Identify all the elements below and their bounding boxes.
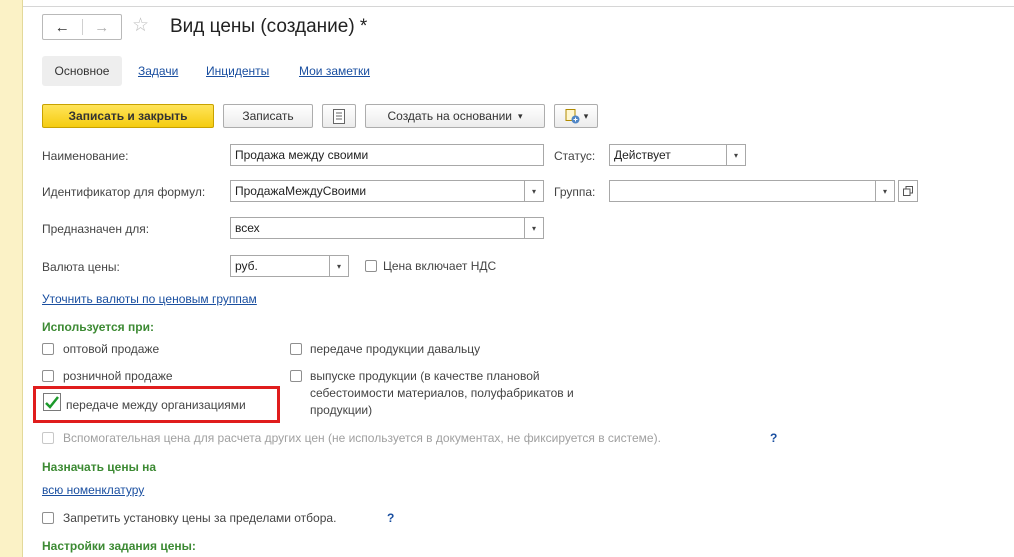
left-panel-strip: [0, 0, 23, 557]
printer-icon: [565, 108, 580, 123]
auxiliary-help-icon[interactable]: ?: [770, 431, 777, 445]
production-output-label-line1: выпуске продукции (в качестве плановой: [310, 369, 540, 383]
checkmark-icon: [45, 395, 59, 409]
inter-org-transfer-label: передаче между организациями: [66, 398, 246, 412]
chevron-down-icon: ▾: [517, 110, 523, 121]
currency-field[interactable]: руб.: [230, 255, 330, 277]
forbid-outside-filter-label: Запретить установку цены за пределами от…: [63, 511, 337, 525]
tolling-transfer-checkbox[interactable]: [290, 343, 302, 355]
vat-label: Цена включает НДС: [383, 259, 497, 273]
assign-prices-header: Назначать цены на: [42, 460, 157, 474]
forward-button[interactable]: →: [83, 15, 122, 39]
tolling-transfer-label: передаче продукции давальцу: [310, 342, 481, 356]
status-label: Статус:: [554, 149, 596, 163]
save-button[interactable]: Записать: [223, 104, 313, 128]
status-dropdown-button[interactable]: ▾: [726, 144, 746, 166]
group-open-button[interactable]: [898, 180, 918, 202]
production-output-checkbox[interactable]: [290, 370, 302, 382]
wholesale-label: оптовой продаже: [63, 342, 160, 356]
refine-currencies-link[interactable]: Уточнить валюты по ценовым группам: [42, 292, 257, 306]
retail-label: розничной продаже: [63, 369, 173, 383]
group-dropdown-button[interactable]: ▾: [875, 180, 895, 202]
open-window-icon: [903, 186, 913, 196]
nav-buttons: ← →: [42, 14, 122, 40]
back-button[interactable]: ←: [43, 15, 82, 39]
auxiliary-price-label: Вспомогательная цена для расчета других …: [63, 431, 661, 445]
save-and-close-button[interactable]: Записать и закрыть: [42, 104, 214, 128]
production-output-label-line2: себестоимости материалов, полуфабрикатов…: [310, 386, 574, 400]
create-based-on-button[interactable]: Создать на основании ▾: [365, 104, 545, 128]
identifier-field[interactable]: ПродажаМеждуСвоими: [230, 180, 526, 202]
report-button[interactable]: [322, 104, 356, 128]
retail-checkbox[interactable]: [42, 370, 54, 382]
group-field[interactable]: [609, 180, 877, 202]
identifier-label: Идентификатор для формул:: [42, 185, 206, 199]
group-label: Группа:: [554, 185, 596, 199]
forbid-outside-filter-checkbox[interactable]: [42, 512, 54, 524]
intended-for-label: Предназначен для:: [42, 222, 150, 236]
document-list-icon: [333, 108, 345, 124]
intended-for-field[interactable]: всех: [230, 217, 526, 239]
intended-for-dropdown-button[interactable]: ▾: [524, 217, 544, 239]
favorite-star-icon[interactable]: ☆: [132, 16, 149, 36]
tab-main[interactable]: Основное: [42, 56, 122, 86]
inter-org-transfer-checkbox[interactable]: [43, 393, 61, 411]
all-items-link[interactable]: всю номенклатуру: [42, 483, 144, 497]
currency-dropdown-button[interactable]: ▾: [329, 255, 349, 277]
name-label: Наименование:: [42, 149, 129, 163]
currency-label: Валюта цены:: [42, 260, 120, 274]
vat-checkbox[interactable]: [365, 260, 377, 272]
chevron-down-icon: ▾: [583, 110, 589, 121]
price-settings-header: Настройки задания цены:: [42, 539, 196, 553]
wholesale-checkbox[interactable]: [42, 343, 54, 355]
print-menu-button[interactable]: ▾: [554, 104, 598, 128]
tab-tasks[interactable]: Задачи: [138, 64, 178, 78]
create-based-on-label: Создать на основании: [387, 109, 512, 123]
tab-my-notes[interactable]: Мои заметки: [299, 64, 370, 78]
auxiliary-price-checkbox[interactable]: [42, 432, 54, 444]
status-field[interactable]: Действует: [609, 144, 727, 166]
tab-incidents[interactable]: Инциденты: [206, 64, 269, 78]
production-output-label-line3: продукции): [310, 403, 373, 417]
name-field[interactable]: Продажа между своими: [230, 144, 544, 166]
used-when-header: Используется при:: [42, 320, 154, 334]
identifier-dropdown-button[interactable]: ▾: [524, 180, 544, 202]
top-divider: [23, 6, 1014, 7]
page-title: Вид цены (создание) *: [170, 16, 368, 37]
forbid-help-icon[interactable]: ?: [387, 511, 394, 525]
